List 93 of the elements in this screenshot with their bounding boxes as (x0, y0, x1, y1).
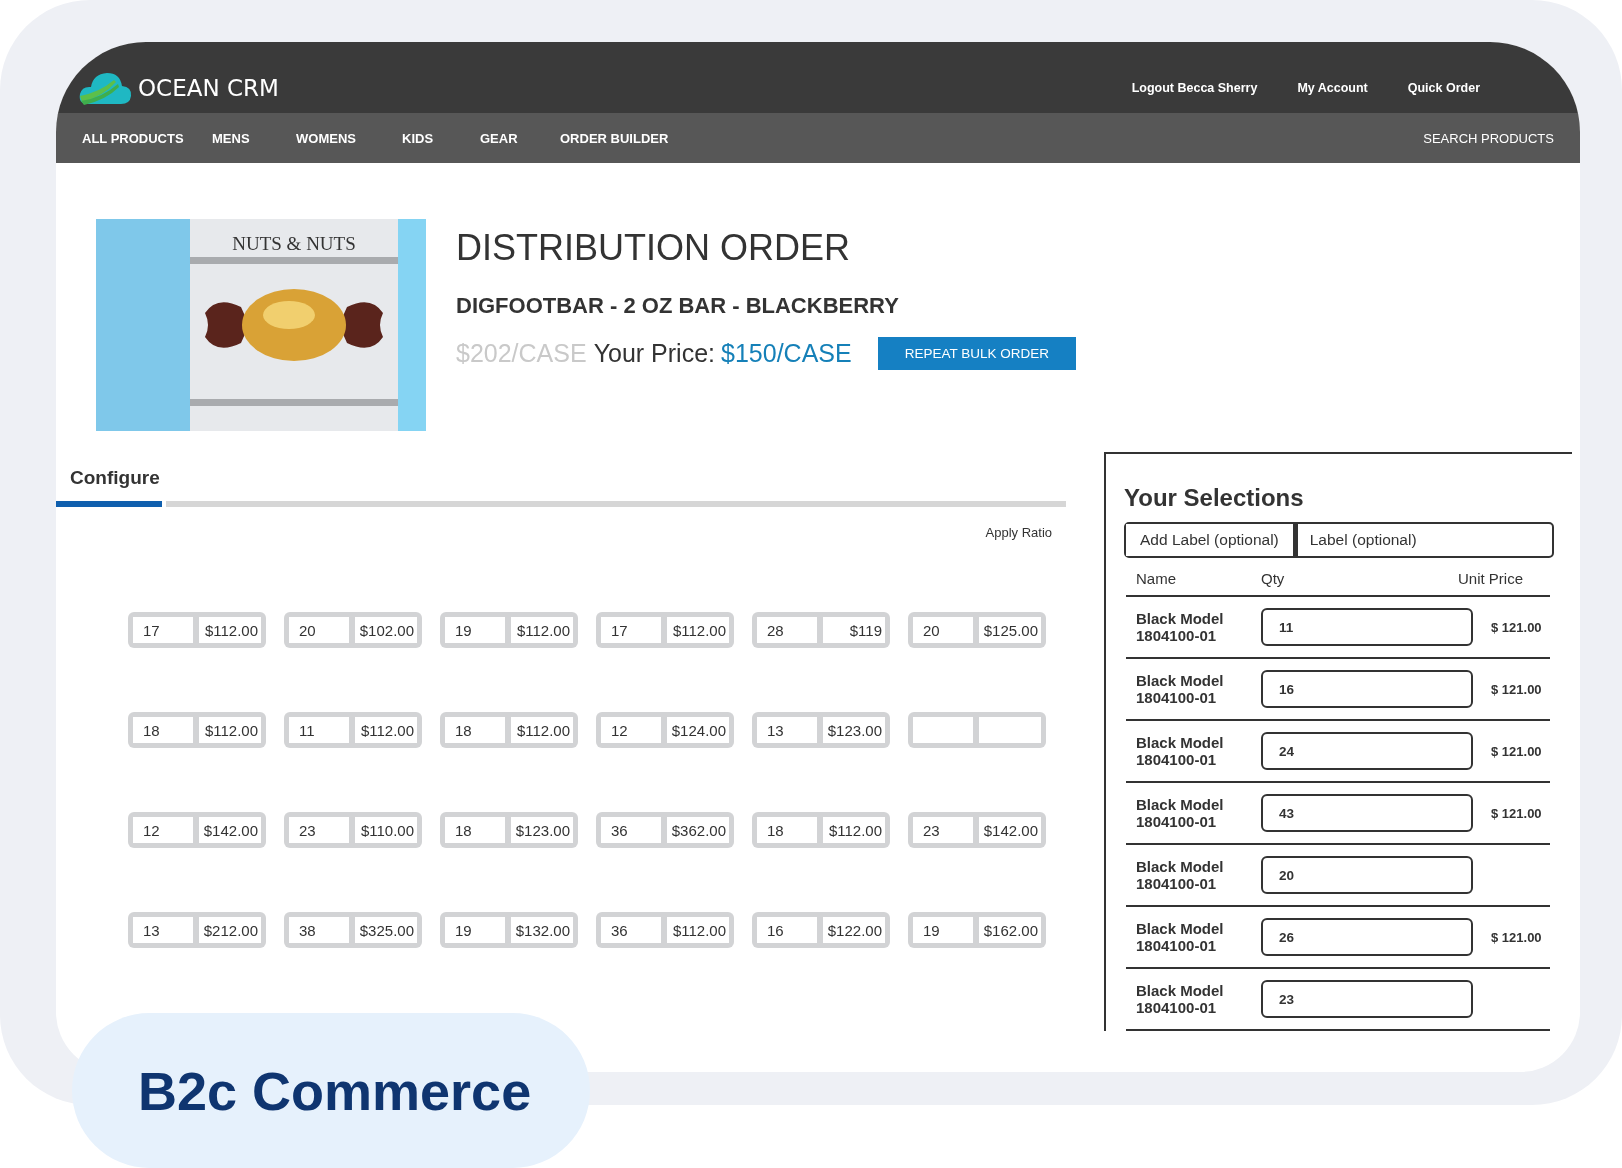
quantity-field[interactable]: 24 (1261, 732, 1473, 770)
column-header: Qty (1261, 570, 1286, 587)
price-label: Your Price: (593, 339, 715, 368)
promo-label: B2c Commerce (72, 1013, 590, 1168)
quantity-input[interactable]: 17 (133, 617, 193, 643)
quantity-input[interactable]: 12 (133, 817, 193, 843)
quantity-input[interactable]: 38 (289, 917, 349, 943)
quantity-field[interactable]: 23 (1261, 980, 1473, 1018)
price-input[interactable]: $162.00 (979, 917, 1041, 943)
quantity-input[interactable]: 19 (445, 917, 505, 943)
column-header: Unit Price (1458, 570, 1525, 587)
price-input[interactable]: $112.00 (199, 717, 261, 743)
quantity-input[interactable]: 18 (757, 817, 817, 843)
product-name: Black Model 1804100-01 (1136, 919, 1225, 955)
product-name: Black Model 1804100-01 (1136, 981, 1225, 1017)
product-name: Black Model 1804100-01 (1136, 857, 1225, 893)
quantity-input[interactable]: 23 (913, 817, 973, 843)
apply-ratio-link[interactable]: Apply Ratio (56, 525, 1052, 540)
price-input[interactable]: $212.00 (199, 917, 261, 943)
quantity-input[interactable]: 11 (289, 717, 349, 743)
quantity-input[interactable]: 20 (289, 617, 349, 643)
product-name: Black Model 1804100-01 (1136, 795, 1225, 831)
search-products-link[interactable]: SEARCH PRODUCTS (1423, 130, 1554, 146)
price-input[interactable]: $110.00 (355, 817, 417, 843)
page-title: DISTRIBUTION ORDER (456, 227, 851, 269)
label-field[interactable]: Add Label (optional) Label (optional) (1124, 522, 1554, 558)
price-input[interactable]: $123.00 (823, 717, 885, 743)
quantity-field[interactable]: 16 (1261, 670, 1473, 708)
quantity-input[interactable]: 36 (601, 917, 661, 943)
price-input[interactable]: $112.00 (511, 717, 573, 743)
nav-link[interactable]: GEAR (480, 130, 560, 146)
unit-price: $ 121.00 (1490, 929, 1543, 945)
product-name: Black Model 1804100-01 (1136, 609, 1225, 645)
price-input[interactable]: $112.00 (199, 617, 261, 643)
nav-link[interactable]: MENS (212, 130, 296, 146)
header-link[interactable]: Quick Order (1407, 80, 1480, 95)
quantity-input[interactable]: 36 (601, 817, 661, 843)
brand-name: OCEAN CRM (138, 74, 279, 101)
quantity-field[interactable]: 11 (1261, 608, 1473, 646)
repeat-bulk-order-button[interactable]: REPEAT BULK ORDER (877, 337, 1076, 370)
price-input[interactable] (979, 717, 1041, 743)
configure-tab[interactable]: Configure (56, 467, 160, 501)
quantity-input[interactable]: 19 (445, 617, 505, 643)
price-input[interactable]: $112.00 (667, 917, 729, 943)
quantity-input[interactable]: 20 (913, 617, 973, 643)
quantity-input[interactable]: 12 (601, 717, 661, 743)
price-input[interactable]: $112.00 (667, 617, 729, 643)
price-input[interactable]: $122.00 (823, 917, 885, 943)
unit-price: $ 121.00 (1490, 743, 1543, 759)
price-input[interactable]: $124.00 (667, 717, 729, 743)
panel-title: Your Selections (1124, 484, 1305, 512)
price-input[interactable]: $112.00 (511, 617, 573, 643)
unit-price: $ 121.00 (1490, 681, 1543, 697)
quantity-input[interactable]: 13 (133, 917, 193, 943)
price-input[interactable]: $125.00 (979, 617, 1041, 643)
price-input[interactable]: $123.00 (511, 817, 573, 843)
quantity-field[interactable]: 43 (1261, 794, 1473, 832)
price-input[interactable]: $119 (823, 617, 885, 643)
nav-link[interactable]: WOMENS (296, 130, 402, 146)
price-input[interactable]: $325.00 (355, 917, 417, 943)
quantity-input[interactable]: 16 (757, 917, 817, 943)
header-link[interactable]: My Account (1297, 80, 1368, 95)
product-name: Black Model 1804100-01 (1136, 671, 1225, 707)
price-input[interactable]: $112.00 (355, 717, 417, 743)
price-input[interactable]: $112.00 (823, 817, 885, 843)
nav-link[interactable]: ORDER BUILDER (560, 130, 700, 146)
product-name: DIGFOOTBAR - 2 OZ BAR - BLACKBERRY (456, 293, 900, 319)
unit-price: $ 121.00 (1490, 619, 1543, 635)
quantity-input[interactable]: 18 (445, 717, 505, 743)
add-label-button[interactable]: Add Label (optional) (1126, 524, 1298, 556)
quantity-input[interactable]: 23 (289, 817, 349, 843)
quantity-input[interactable]: 13 (757, 717, 817, 743)
column-header: Name (1136, 570, 1177, 587)
quantity-input[interactable]: 19 (913, 917, 973, 943)
quantity-input[interactable]: 18 (445, 817, 505, 843)
nav-link[interactable]: KIDS (402, 130, 480, 146)
nav-link[interactable]: ALL PRODUCTS (82, 130, 212, 146)
quantity-input[interactable]: 17 (601, 617, 661, 643)
brand-label: NUTS & NUTS (232, 233, 356, 255)
quantity-field[interactable]: 20 (1261, 856, 1473, 894)
quantity-input[interactable] (913, 717, 973, 743)
your-price: $150/CASE (721, 339, 852, 368)
price-input[interactable]: $362.00 (667, 817, 729, 843)
price-input[interactable]: $102.00 (355, 617, 417, 643)
quantity-input[interactable]: 18 (133, 717, 193, 743)
unit-price: $ 121.00 (1490, 805, 1543, 821)
product-name: Black Model 1804100-01 (1136, 733, 1225, 769)
price-input[interactable]: $142.00 (199, 817, 261, 843)
price-input[interactable]: $132.00 (511, 917, 573, 943)
quantity-field[interactable]: 26 (1261, 918, 1473, 956)
quantity-input[interactable]: 28 (757, 617, 817, 643)
price-input[interactable]: $142.00 (979, 817, 1041, 843)
header-link[interactable]: Logout Becca Sherry (1131, 80, 1258, 95)
